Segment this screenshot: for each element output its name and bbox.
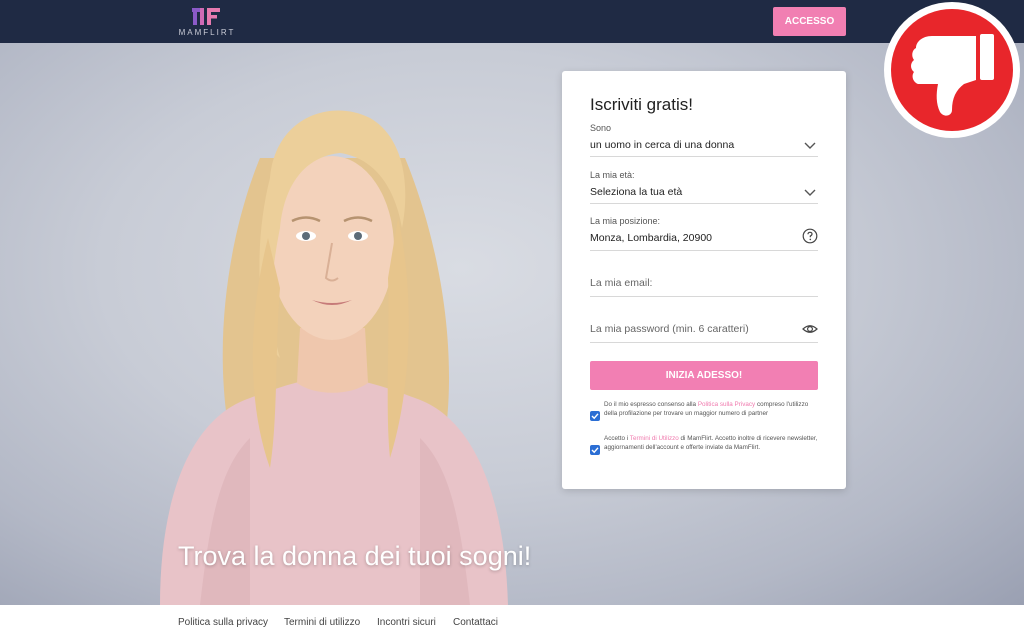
consent2-text-start: Accetto i bbox=[604, 435, 630, 442]
footer-safe-dating-link[interactable]: Incontri sicuri bbox=[377, 617, 436, 628]
signup-title: Iscriviti gratis! bbox=[590, 95, 693, 114]
hero-headline: Trova la donna dei tuoi sogni! bbox=[178, 541, 532, 571]
terms-consent: Accetto i Termini di Utilizzo di MamFlir… bbox=[590, 434, 818, 464]
consent1-text-start: Do il mio espresso consenso alla bbox=[604, 401, 698, 408]
privacy-checkbox[interactable] bbox=[590, 411, 600, 421]
gender-value: un uomo in cerca di una donna bbox=[590, 139, 735, 151]
chevron-down-icon bbox=[804, 142, 816, 149]
privacy-consent: Do il mio espresso consenso alla Politic… bbox=[590, 400, 818, 428]
age-label: La mia età: bbox=[590, 170, 635, 180]
footer-privacy-link[interactable]: Politica sulla privacy bbox=[178, 617, 268, 628]
gender-select[interactable]: Sono un uomo in cerca di una donna bbox=[590, 123, 818, 157]
age-select[interactable]: La mia età: Seleziona la tua età bbox=[590, 170, 818, 204]
chevron-down-icon bbox=[804, 189, 816, 196]
logo-wordmark: MAMFLIRT bbox=[178, 28, 236, 37]
privacy-policy-link[interactable]: Politica sulla Privacy bbox=[698, 401, 755, 408]
password-field[interactable]: La mia password (min. 6 caratteri) bbox=[590, 317, 818, 343]
footer-contact-link[interactable]: Contattaci bbox=[453, 617, 498, 628]
signup-card: Iscriviti gratis! Sono un uomo in cerca … bbox=[562, 71, 846, 489]
footer: Politica sulla privacy Termini di utiliz… bbox=[0, 605, 1024, 640]
location-value: Monza, Lombardia, 20900 bbox=[590, 232, 712, 244]
hero-woman-photo bbox=[160, 110, 508, 605]
hero-section: Trova la donna dei tuoi sogni! bbox=[0, 43, 1024, 605]
password-placeholder: La mia password (min. 6 caratteri) bbox=[590, 323, 749, 335]
privacy-consent-text: Do il mio espresso consenso alla Politic… bbox=[604, 400, 818, 419]
eye-icon[interactable] bbox=[802, 321, 818, 337]
question-circle-icon[interactable] bbox=[802, 228, 818, 244]
location-label: La mia posizione: bbox=[590, 216, 661, 226]
top-navigation-bar: MAMFLIRT ACCESSO bbox=[0, 0, 1024, 43]
footer-terms-link[interactable]: Termini di utilizzo bbox=[284, 617, 360, 628]
check-icon bbox=[591, 447, 599, 454]
age-value: Seleziona la tua età bbox=[590, 186, 683, 198]
email-placeholder: La mia email: bbox=[590, 277, 653, 289]
location-field[interactable]: La mia posizione: Monza, Lombardia, 2090… bbox=[590, 216, 818, 251]
start-now-button[interactable]: INIZIA ADESSO! bbox=[590, 361, 818, 390]
mamflirt-logo[interactable]: MAMFLIRT bbox=[176, 6, 238, 38]
thumbs-down-icon bbox=[884, 2, 1020, 138]
gender-label: Sono bbox=[590, 123, 612, 133]
terms-consent-text: Accetto i Termini di Utilizzo di MamFlir… bbox=[604, 434, 818, 453]
check-icon bbox=[591, 413, 599, 420]
logo-mark-icon bbox=[192, 8, 220, 25]
terms-of-use-link[interactable]: Termini di Utilizzo bbox=[630, 435, 679, 442]
login-button[interactable]: ACCESSO bbox=[773, 7, 846, 36]
terms-checkbox[interactable] bbox=[590, 445, 600, 455]
email-field[interactable]: La mia email: bbox=[590, 271, 818, 297]
